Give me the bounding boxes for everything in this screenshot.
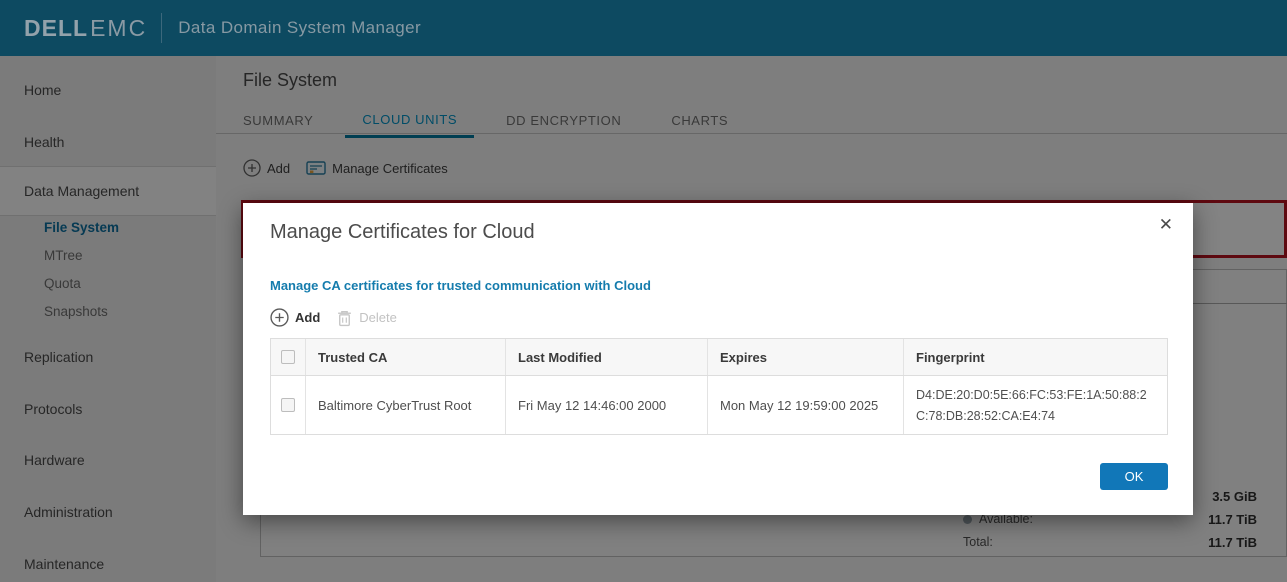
modal-add-certificate-button[interactable]: Add [270, 308, 320, 327]
select-all-cell [271, 339, 305, 375]
row-select-cell [271, 376, 305, 434]
app-header: DELL EMC Data Domain System Manager [0, 0, 1287, 56]
header-last-modified: Last Modified [505, 339, 707, 375]
modal-delete-certificate-button[interactable]: Delete [336, 309, 397, 327]
cell-last-modified: Fri May 12 14:46:00 2000 [505, 376, 707, 434]
modal-delete-label: Delete [359, 310, 397, 325]
modal-toolbar: Add Delete [270, 308, 397, 327]
app-root: DELL EMC Data Domain System Manager Home… [0, 0, 1287, 582]
add-icon [270, 308, 289, 327]
trash-icon [336, 309, 353, 327]
manage-certificates-modal: Manage Certificates for Cloud ✕ Manage C… [243, 203, 1193, 515]
cell-expires: Mon May 12 19:59:00 2025 [707, 376, 903, 434]
select-all-checkbox[interactable] [281, 350, 295, 364]
logo-dell: DELL [24, 14, 89, 41]
header-divider [161, 13, 163, 43]
ok-button[interactable]: OK [1100, 463, 1168, 490]
header-fingerprint: Fingerprint [903, 339, 1167, 375]
logo-emc: EMC [90, 14, 148, 41]
modal-title: Manage Certificates for Cloud [270, 221, 535, 243]
row-checkbox[interactable] [281, 398, 295, 412]
dellemc-logo: DELL EMC [24, 15, 147, 42]
close-icon[interactable]: ✕ [1159, 216, 1173, 233]
certificates-table: Trusted CA Last Modified Expires Fingerp… [270, 338, 1168, 435]
cell-fingerprint: D4:DE:20:D0:5E:66:FC:53:FE:1A:50:88:2C:7… [903, 376, 1167, 434]
certificates-table-header: Trusted CA Last Modified Expires Fingerp… [271, 339, 1167, 376]
modal-subtitle: Manage CA certificates for trusted commu… [270, 278, 651, 293]
app-title: Data Domain System Manager [178, 18, 422, 37]
certificate-row[interactable]: Baltimore CyberTrust Root Fri May 12 14:… [271, 376, 1167, 434]
header-expires: Expires [707, 339, 903, 375]
cell-trusted-ca: Baltimore CyberTrust Root [305, 376, 505, 434]
header-trusted-ca: Trusted CA [305, 339, 505, 375]
modal-add-label: Add [295, 310, 321, 325]
